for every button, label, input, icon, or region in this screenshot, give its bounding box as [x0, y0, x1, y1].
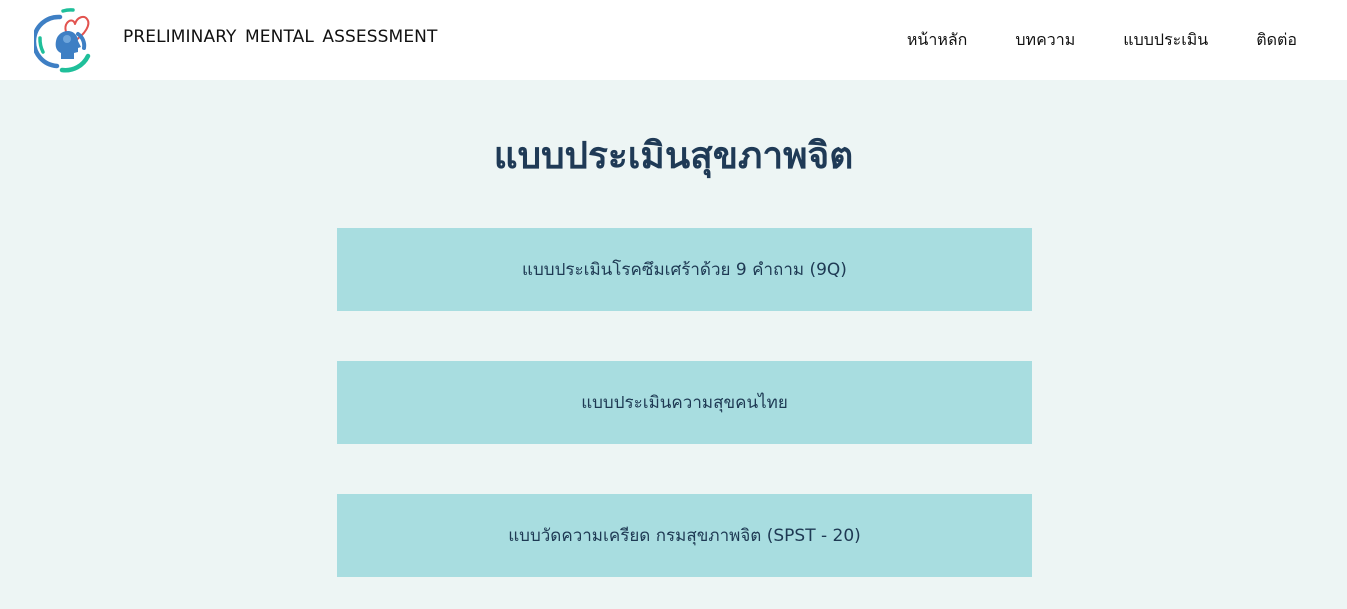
main-nav: หน้าหลัก บทความ แบบประเมิน ติดต่อ	[859, 0, 1297, 80]
nav-home-link[interactable]: หน้าหลัก	[907, 28, 968, 53]
assessment-spst20-button[interactable]: แบบวัดความเครียด กรมสุขภาพจิต (SPST - 20…	[337, 494, 1032, 577]
assessment-9q-button[interactable]: แบบประเมินโรคซึมเศร้าด้วย 9 คำถาม (9Q)	[337, 228, 1032, 311]
brain-heart-logo-icon[interactable]	[34, 4, 108, 76]
assessment-thai-happiness-button[interactable]: แบบประเมินความสุขคนไทย	[337, 361, 1032, 444]
site-brand-name: PRELIMINARY MENTAL ASSESSMENT	[123, 27, 438, 47]
page-title: แบบประเมินสุขภาพจิต	[493, 134, 854, 177]
nav-assessments-link[interactable]: แบบประเมิน	[1123, 28, 1208, 53]
nav-articles-link[interactable]: บทความ	[1015, 28, 1075, 53]
main-content: แบบประเมินสุขภาพจิต แบบประเมินโรคซึมเศร้…	[0, 80, 1347, 609]
site-header: PRELIMINARY MENTAL ASSESSMENT หน้าหลัก บ…	[0, 0, 1347, 80]
nav-contact-link[interactable]: ติดต่อ	[1256, 28, 1297, 53]
